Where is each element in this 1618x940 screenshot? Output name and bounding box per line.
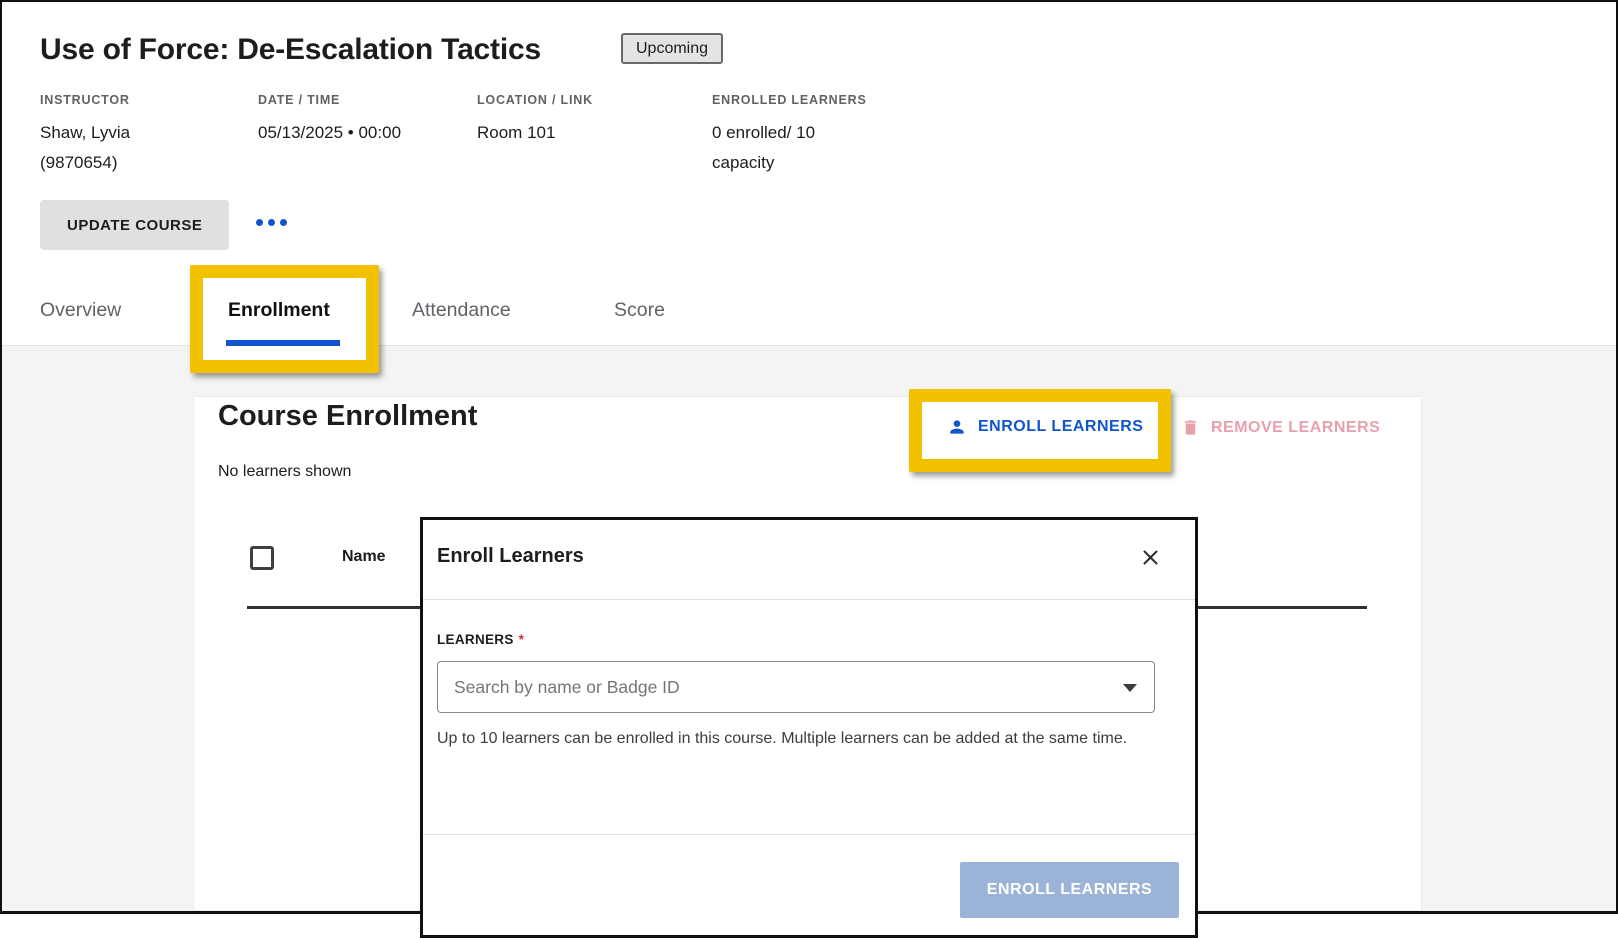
capacity-label: capacity bbox=[712, 148, 867, 178]
status-badge: Upcoming bbox=[621, 33, 723, 64]
info-datetime: DATE / TIME 05/13/2025 • 00:00 bbox=[258, 93, 401, 148]
info-label: ENROLLED LEARNERS bbox=[712, 93, 867, 107]
learner-search-combobox bbox=[437, 661, 1155, 713]
enroll-learners-modal: Enroll Learners LEARNERS* Up to 10 learn… bbox=[420, 517, 1198, 938]
tab-enrollment[interactable]: Enrollment bbox=[228, 299, 330, 322]
helper-text: Up to 10 learners can be enrolled in thi… bbox=[437, 726, 1149, 751]
info-label: INSTRUCTOR bbox=[40, 93, 130, 107]
close-icon bbox=[1138, 545, 1163, 570]
trash-icon bbox=[1181, 417, 1200, 438]
column-header-name: Name bbox=[342, 548, 386, 566]
info-instructor: INSTRUCTOR Shaw, Lyvia (9870654) bbox=[40, 93, 130, 178]
enroll-learners-label: ENROLL LEARNERS bbox=[978, 418, 1143, 436]
remove-learners-button[interactable]: REMOVE LEARNERS bbox=[1181, 417, 1380, 438]
tab-overview[interactable]: Overview bbox=[40, 299, 121, 322]
modal-header-divider bbox=[423, 599, 1195, 600]
learners-field-label: LEARNERS* bbox=[437, 632, 524, 647]
info-label: LOCATION / LINK bbox=[477, 93, 593, 107]
modal-close-button[interactable] bbox=[1135, 542, 1165, 572]
info-enrolled-learners: ENROLLED LEARNERS 0 enrolled/ 10 capacit… bbox=[712, 93, 867, 178]
modal-footer-divider bbox=[423, 834, 1195, 835]
tab-attendance[interactable]: Attendance bbox=[412, 299, 511, 322]
remove-learners-label: REMOVE LEARNERS bbox=[1211, 419, 1380, 437]
tab-score[interactable]: Score bbox=[614, 299, 665, 322]
dropdown-caret-icon[interactable] bbox=[1123, 684, 1137, 692]
modal-enroll-learners-button[interactable]: ENROLL LEARNERS bbox=[960, 862, 1179, 918]
datetime-value: 05/13/2025 • 00:00 bbox=[258, 118, 401, 148]
location-value: Room 101 bbox=[477, 118, 593, 148]
person-icon bbox=[947, 417, 967, 437]
enroll-learners-button[interactable]: ENROLL LEARNERS bbox=[947, 417, 1143, 437]
enrolled-count: 0 enrolled/ 10 bbox=[712, 118, 867, 148]
more-horizontal-icon bbox=[256, 219, 287, 226]
learner-search-input[interactable] bbox=[438, 662, 1154, 712]
update-course-button[interactable]: UPDATE COURSE bbox=[40, 200, 229, 250]
required-asterisk: * bbox=[519, 632, 525, 647]
section-heading: Course Enrollment bbox=[218, 400, 477, 433]
info-label: DATE / TIME bbox=[258, 93, 401, 107]
modal-title: Enroll Learners bbox=[437, 545, 584, 568]
active-tab-indicator bbox=[226, 340, 340, 346]
empty-state-text: No learners shown bbox=[218, 463, 351, 481]
select-all-checkbox[interactable] bbox=[250, 546, 274, 570]
instructor-id: (9870654) bbox=[40, 148, 130, 178]
page-title: Use of Force: De-Escalation Tactics bbox=[40, 33, 541, 67]
info-location: LOCATION / LINK Room 101 bbox=[477, 93, 593, 148]
instructor-name: Shaw, Lyvia bbox=[40, 118, 130, 148]
more-options-button[interactable] bbox=[250, 213, 293, 232]
